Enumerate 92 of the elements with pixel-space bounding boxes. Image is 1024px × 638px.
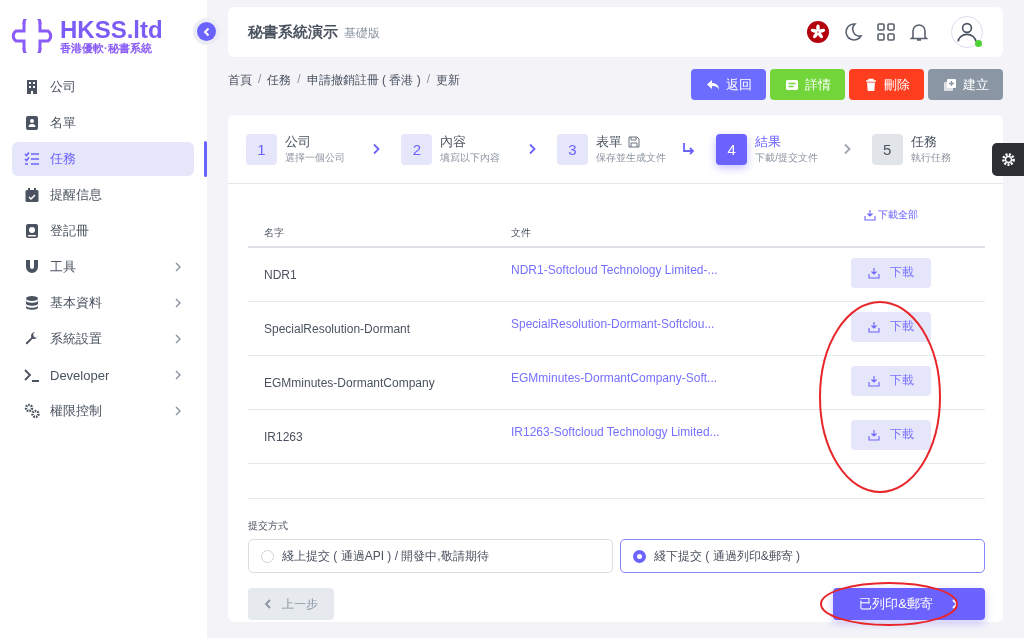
sidebar-item[interactable]: 登記冊 (12, 214, 194, 248)
breadcrumb-separator: / (297, 72, 301, 88)
step-number: 2 (401, 133, 433, 165)
step-subtitle: 下載/提交文件 (755, 151, 818, 165)
download-icon (868, 374, 880, 387)
step-number: 5 (871, 133, 903, 165)
gears-icon (24, 403, 40, 419)
flag-icon[interactable] (807, 21, 829, 43)
bent-arrow-icon (682, 142, 697, 156)
sidebar-item[interactable]: 工具 (12, 250, 194, 284)
brand-name: HKSS.ltd (60, 17, 163, 42)
chevron-left-icon (264, 599, 272, 609)
chevron-right-icon (371, 143, 382, 155)
settings-icon (999, 151, 1017, 168)
table-cell-text: NDR1 (263, 267, 298, 282)
sidebar-item[interactable]: 基本資料 (12, 286, 194, 320)
sidebar-item[interactable]: 系統設置 (12, 322, 194, 356)
step-subtitle: 選擇一個公司 (285, 151, 345, 165)
download-button[interactable]: 下載 (851, 365, 931, 396)
bell-icon[interactable] (909, 22, 929, 42)
next-button[interactable]: 已列印&郵寄 (833, 588, 985, 620)
breadcrumb-link[interactable]: 首頁 (228, 72, 252, 89)
file-link[interactable]: IR1263-Softcloud Technology Limited... (511, 424, 720, 439)
document-icon (784, 77, 799, 92)
building-icon (24, 79, 40, 95)
file-link[interactable]: EGMminutes-DormantCompany-Soft... (511, 370, 718, 385)
back-button[interactable]: 返回 (691, 69, 766, 100)
sidebar-item[interactable]: Developer (12, 358, 194, 392)
breadcrumb-current: 更新 (436, 72, 461, 89)
contact-icon (24, 115, 40, 131)
moon-icon[interactable] (843, 22, 863, 42)
sidebar-item[interactable]: 公司 (12, 70, 194, 104)
step-number: 1 (246, 133, 277, 165)
sidebar-item[interactable]: 提醒信息 (12, 178, 194, 212)
column-header: 名字 (263, 226, 285, 240)
file-link[interactable]: SpecialResolution-Dormant-Softclou... (511, 316, 715, 331)
breadcrumb-link[interactable]: 申請撤銷註冊 ( 香港 ) (306, 72, 421, 89)
trash-icon (863, 77, 878, 92)
database-icon (24, 295, 40, 311)
app-title: 秘書系統演示 (248, 22, 338, 40)
user-icon (955, 20, 979, 44)
delete-button[interactable]: 刪除 (849, 69, 924, 100)
column-header: 文件 (511, 226, 532, 240)
logo-icon (10, 19, 54, 53)
edition-label: 基礎版 (344, 25, 381, 40)
grid-icon[interactable] (877, 23, 895, 41)
breadcrumb-separator: / (426, 72, 431, 88)
sidebar-item[interactable]: 名單 (12, 106, 194, 140)
step-title: 任務 (910, 133, 937, 151)
wrench-icon (24, 331, 40, 347)
step-title: 內容 (440, 133, 467, 151)
download-button[interactable]: 下載 (851, 419, 931, 450)
chevron-left-icon (201, 26, 212, 37)
radio-option[interactable]: 綫上提交 ( 通過API ) / 開發中,敬請期待 (248, 539, 613, 573)
table-cell-text: SpecialResolution-Dormant (263, 321, 412, 336)
magnet-icon (24, 259, 40, 275)
step-subtitle: 執行任務 (910, 151, 951, 165)
calendar-icon (24, 187, 40, 203)
sidebar-item[interactable]: 權限控制 (12, 394, 194, 428)
checklist-icon (24, 151, 40, 167)
settings-button[interactable] (992, 143, 1024, 176)
add-copy-icon (942, 77, 957, 92)
step-subtitle: 填寫以下內容 (440, 151, 501, 165)
download-icon (868, 428, 880, 441)
download-icon (864, 209, 876, 221)
step-number: 3 (556, 133, 588, 165)
step-title: 公司 (285, 133, 311, 151)
download-all-link[interactable]: 下載全部 (864, 208, 918, 222)
book-icon (24, 223, 40, 239)
create-button[interactable]: 建立 (928, 69, 1003, 100)
reply-arrow-icon (705, 77, 720, 92)
table-cell-text: EGMminutes-DormantCompany (263, 375, 436, 390)
download-button[interactable]: 下載 (851, 257, 931, 288)
breadcrumb-link[interactable]: 任務 (267, 72, 292, 89)
terminal-icon (24, 367, 40, 383)
active-indicator (204, 141, 207, 177)
brand-tagline: 香港優軟·秘書系統 (60, 41, 153, 55)
file-link[interactable]: NDR1-Softcloud Technology Limited-... (511, 262, 718, 277)
step-number: 4 (716, 133, 748, 165)
step-title: 表單 (595, 133, 622, 151)
download-button[interactable]: 下載 (851, 311, 931, 342)
step-subtitle: 保存並生成文件 (595, 151, 666, 165)
radio-option[interactable]: 綫下提交 ( 通過列印&郵寄 ) (620, 539, 985, 573)
download-icon (868, 266, 880, 279)
table-cell-text: IR1263 (263, 429, 304, 444)
download-icon (868, 320, 880, 333)
chevron-right-icon (950, 599, 959, 609)
step-title: 結果 (755, 133, 782, 151)
breadcrumb-separator: / (258, 72, 262, 88)
sidebar-item[interactable]: 任務 (12, 142, 194, 176)
radio-button[interactable] (633, 549, 646, 563)
submission-label: 提交方式 (248, 520, 288, 531)
